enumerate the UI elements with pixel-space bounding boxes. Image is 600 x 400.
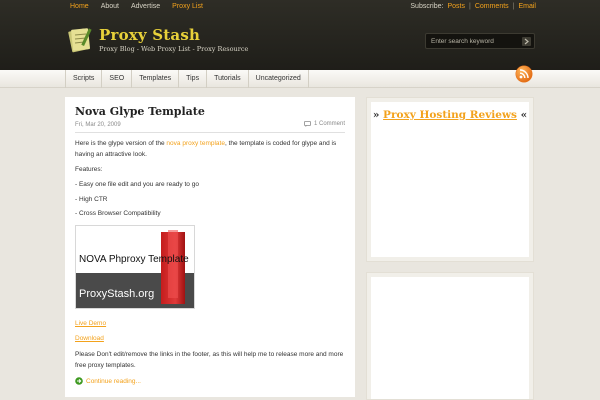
category-tutorials[interactable]: Tutorials [207,70,249,88]
top-nav-home[interactable]: Home [64,3,95,11]
subscribe-label: Subscribe: [410,3,444,10]
feature-item: - Easy one file edit and you are ready t… [75,181,199,188]
top-nav-proxy-list[interactable]: Proxy List [166,3,209,11]
category-seo[interactable]: SEO [102,70,133,88]
widget-title: » Proxy Hosting Reviews « [371,109,529,121]
comment-bubble-icon [304,121,311,127]
subscribe-email-link[interactable]: Email [518,3,536,11]
post-intro: Here is the glype version of the nova pr… [75,139,350,160]
nova-proxy-template-link[interactable]: nova proxy template [166,140,225,147]
separator: | [468,3,471,10]
live-demo-link[interactable]: Live Demo [75,320,106,327]
post-title[interactable]: Nova Glype Template [75,105,205,118]
subscribe-links: Subscribe: Posts | Comments | Email [410,3,536,11]
widget-body [371,277,529,399]
template-preview-image[interactable]: NOVA Phproxy Template ProxyStash.org [75,225,195,309]
continue-reading-link[interactable]: Continue reading... [75,377,141,385]
feature-item: - Cross Browser Compatibility [75,210,161,217]
top-nav-advertise[interactable]: Advertise [125,3,166,11]
category-scripts[interactable]: Scripts [66,70,103,88]
proxy-hosting-reviews-link[interactable]: Proxy Hosting Reviews [383,109,517,121]
post-comments-link[interactable]: 1 Comment [304,121,345,127]
sidebar-widget-empty [366,272,534,400]
sidebar-widget-hosting: » Proxy Hosting Reviews « [366,97,534,262]
search-box [425,33,535,49]
download-link[interactable]: Download [75,335,104,342]
category-nav: Scripts SEO Templates Tips Tutorials Unc… [65,70,309,88]
logo-notepad-icon[interactable] [68,25,94,53]
post-date: Fri, Mar 20, 2009 [75,122,121,128]
feature-item: - High CTR [75,196,108,203]
preview-domain-text: ProxyStash.org [79,288,155,300]
site-title[interactable]: Proxy Stash [99,26,200,44]
category-uncategorized[interactable]: Uncategorized [249,70,309,88]
post-card: Nova Glype Template Fri, Mar 20, 2009 1 … [65,97,355,397]
title-right-quote: « [520,109,528,121]
search-input[interactable] [431,36,519,47]
site-tagline: Proxy Blog - Web Proxy List - Proxy Reso… [99,45,249,53]
category-tips[interactable]: Tips [179,70,208,88]
footer-note: Please Don't edit/remove the links in th… [75,351,344,369]
divider [75,132,345,133]
post-intro-text: Here is the glype version of the [75,140,167,147]
separator: | [512,3,515,10]
subscribe-posts-link[interactable]: Posts [447,3,465,11]
search-arrow-icon [524,38,529,45]
preview-title-text: NOVA Phproxy Template [79,254,189,265]
category-bar: Scripts SEO Templates Tips Tutorials Unc… [0,70,600,88]
top-nav: Home About Advertise Proxy List [64,3,209,11]
subscribe-comments-link[interactable]: Comments [475,3,509,11]
category-templates[interactable]: Templates [132,70,180,88]
search-button[interactable] [522,37,531,46]
title-left-quote: » [372,109,380,121]
header: Home About Advertise Proxy List Subscrib… [0,0,600,70]
widget-body: » Proxy Hosting Reviews « [371,102,529,257]
post-comments-count: 1 Comment [313,121,345,127]
top-nav-about[interactable]: About [95,3,125,11]
continue-reading-label: Continue reading... [86,377,141,385]
rss-feed-icon[interactable] [515,65,533,83]
arrow-right-icon [75,377,83,385]
features-label: Features: [75,166,103,173]
